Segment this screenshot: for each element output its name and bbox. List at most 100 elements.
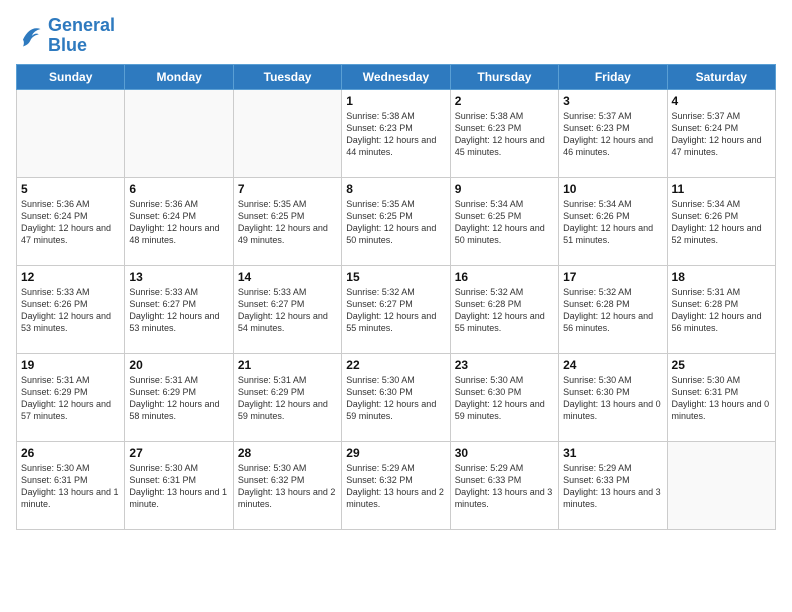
calendar-day-cell [233, 89, 341, 177]
calendar-day-cell [667, 441, 775, 529]
weekday-header-cell: Saturday [667, 64, 775, 89]
calendar-day-cell: 4 Sunrise: 5:37 AMSunset: 6:24 PMDaylight… [667, 89, 775, 177]
day-number: 1 [346, 94, 445, 108]
day-number: 20 [129, 358, 228, 372]
day-number: 7 [238, 182, 337, 196]
calendar-day-cell: 10 Sunrise: 5:34 AMSunset: 6:26 PMDayligh… [559, 177, 667, 265]
day-number: 28 [238, 446, 337, 460]
calendar-day-cell: 23 Sunrise: 5:30 AMSunset: 6:30 PMDayligh… [450, 353, 558, 441]
weekday-header-cell: Tuesday [233, 64, 341, 89]
calendar-day-cell [17, 89, 125, 177]
calendar-week-row: 12 Sunrise: 5:33 AMSunset: 6:26 PMDayligh… [17, 265, 776, 353]
day-number: 27 [129, 446, 228, 460]
weekday-header-cell: Sunday [17, 64, 125, 89]
cell-info: Sunrise: 5:32 AMSunset: 6:28 PMDaylight:… [563, 286, 662, 335]
calendar-day-cell: 26 Sunrise: 5:30 AMSunset: 6:31 PMDayligh… [17, 441, 125, 529]
calendar-day-cell: 1 Sunrise: 5:38 AMSunset: 6:23 PMDaylight… [342, 89, 450, 177]
calendar-day-cell: 28 Sunrise: 5:30 AMSunset: 6:32 PMDayligh… [233, 441, 341, 529]
cell-info: Sunrise: 5:34 AMSunset: 6:26 PMDaylight:… [672, 198, 771, 247]
day-number: 14 [238, 270, 337, 284]
cell-info: Sunrise: 5:37 AMSunset: 6:24 PMDaylight:… [672, 110, 771, 159]
cell-info: Sunrise: 5:32 AMSunset: 6:28 PMDaylight:… [455, 286, 554, 335]
logo-text-line1: General [48, 16, 115, 36]
calendar-week-row: 1 Sunrise: 5:38 AMSunset: 6:23 PMDaylight… [17, 89, 776, 177]
day-number: 5 [21, 182, 120, 196]
day-number: 3 [563, 94, 662, 108]
day-number: 15 [346, 270, 445, 284]
cell-info: Sunrise: 5:30 AMSunset: 6:31 PMDaylight:… [129, 462, 228, 511]
cell-info: Sunrise: 5:37 AMSunset: 6:23 PMDaylight:… [563, 110, 662, 159]
day-number: 23 [455, 358, 554, 372]
cell-info: Sunrise: 5:30 AMSunset: 6:31 PMDaylight:… [21, 462, 120, 511]
day-number: 19 [21, 358, 120, 372]
weekday-header-cell: Thursday [450, 64, 558, 89]
day-number: 18 [672, 270, 771, 284]
calendar-day-cell: 16 Sunrise: 5:32 AMSunset: 6:28 PMDayligh… [450, 265, 558, 353]
calendar-day-cell: 13 Sunrise: 5:33 AMSunset: 6:27 PMDayligh… [125, 265, 233, 353]
cell-info: Sunrise: 5:30 AMSunset: 6:30 PMDaylight:… [563, 374, 662, 423]
calendar-day-cell: 6Sunrise: 5:36 AMSunset: 6:24 PMDaylight… [125, 177, 233, 265]
cell-info: Sunrise: 5:30 AMSunset: 6:31 PMDaylight:… [672, 374, 771, 423]
cell-info: Sunrise: 5:33 AMSunset: 6:26 PMDaylight:… [21, 286, 120, 335]
cell-info: Sunrise: 5:31 AMSunset: 6:29 PMDaylight:… [129, 374, 228, 423]
day-number: 4 [672, 94, 771, 108]
calendar-day-cell: 12 Sunrise: 5:33 AMSunset: 6:26 PMDayligh… [17, 265, 125, 353]
calendar-day-cell: 29Sunrise: 5:29 AMSunset: 6:32 PMDayligh… [342, 441, 450, 529]
calendar-week-row: 19 Sunrise: 5:31 AMSunset: 6:29 PMDayligh… [17, 353, 776, 441]
calendar-day-cell: 11 Sunrise: 5:34 AMSunset: 6:26 PMDayligh… [667, 177, 775, 265]
calendar-day-cell: 5 Sunrise: 5:36 AMSunset: 6:24 PMDaylight… [17, 177, 125, 265]
day-number: 24 [563, 358, 662, 372]
cell-info: Sunrise: 5:38 AMSunset: 6:23 PMDaylight:… [455, 110, 554, 159]
calendar-day-cell: 30 Sunrise: 5:29 AMSunset: 6:33 PMDayligh… [450, 441, 558, 529]
day-number: 17 [563, 270, 662, 284]
calendar-day-cell: 20 Sunrise: 5:31 AMSunset: 6:29 PMDayligh… [125, 353, 233, 441]
logo-icon [16, 22, 44, 50]
cell-info: Sunrise: 5:35 AMSunset: 6:25 PMDaylight:… [346, 198, 445, 247]
day-number: 12 [21, 270, 120, 284]
calendar-day-cell: 17 Sunrise: 5:32 AMSunset: 6:28 PMDayligh… [559, 265, 667, 353]
calendar-day-cell: 15Sunrise: 5:32 AMSunset: 6:27 PMDayligh… [342, 265, 450, 353]
calendar-week-row: 26 Sunrise: 5:30 AMSunset: 6:31 PMDayligh… [17, 441, 776, 529]
day-number: 26 [21, 446, 120, 460]
day-number: 25 [672, 358, 771, 372]
cell-info: Sunrise: 5:34 AMSunset: 6:25 PMDaylight:… [455, 198, 554, 247]
day-number: 21 [238, 358, 337, 372]
day-number: 29 [346, 446, 445, 460]
calendar-day-cell: 25 Sunrise: 5:30 AMSunset: 6:31 PMDayligh… [667, 353, 775, 441]
day-number: 9 [455, 182, 554, 196]
cell-info: Sunrise: 5:29 AMSunset: 6:33 PMDaylight:… [455, 462, 554, 511]
calendar-day-cell: 31 Sunrise: 5:29 AMSunset: 6:33 PMDayligh… [559, 441, 667, 529]
cell-info: Sunrise: 5:30 AMSunset: 6:32 PMDaylight:… [238, 462, 337, 511]
weekday-header-cell: Wednesday [342, 64, 450, 89]
calendar-day-cell: 9 Sunrise: 5:34 AMSunset: 6:25 PMDaylight… [450, 177, 558, 265]
calendar-day-cell: 7Sunrise: 5:35 AMSunset: 6:25 PMDaylight… [233, 177, 341, 265]
cell-info: Sunrise: 5:34 AMSunset: 6:26 PMDaylight:… [563, 198, 662, 247]
cell-info: Sunrise: 5:31 AMSunset: 6:29 PMDaylight:… [238, 374, 337, 423]
day-number: 16 [455, 270, 554, 284]
day-number: 13 [129, 270, 228, 284]
cell-info: Sunrise: 5:33 AMSunset: 6:27 PMDaylight:… [129, 286, 228, 335]
day-number: 11 [672, 182, 771, 196]
calendar-day-cell: 2Sunrise: 5:38 AMSunset: 6:23 PMDaylight… [450, 89, 558, 177]
calendar-day-cell [125, 89, 233, 177]
day-number: 22 [346, 358, 445, 372]
cell-info: Sunrise: 5:36 AMSunset: 6:24 PMDaylight:… [21, 198, 120, 247]
calendar-day-cell: 3 Sunrise: 5:37 AMSunset: 6:23 PMDaylight… [559, 89, 667, 177]
cell-info: Sunrise: 5:29 AMSunset: 6:33 PMDaylight:… [563, 462, 662, 511]
cell-info: Sunrise: 5:36 AMSunset: 6:24 PMDaylight:… [129, 198, 228, 247]
calendar-day-cell: 8Sunrise: 5:35 AMSunset: 6:25 PMDaylight… [342, 177, 450, 265]
calendar-week-row: 5 Sunrise: 5:36 AMSunset: 6:24 PMDaylight… [17, 177, 776, 265]
calendar-day-cell: 27 Sunrise: 5:30 AMSunset: 6:31 PMDayligh… [125, 441, 233, 529]
cell-info: Sunrise: 5:30 AMSunset: 6:30 PMDaylight:… [346, 374, 445, 423]
day-number: 30 [455, 446, 554, 460]
calendar-day-cell: 24 Sunrise: 5:30 AMSunset: 6:30 PMDayligh… [559, 353, 667, 441]
cell-info: Sunrise: 5:30 AMSunset: 6:30 PMDaylight:… [455, 374, 554, 423]
day-number: 10 [563, 182, 662, 196]
calendar-day-cell: 22 Sunrise: 5:30 AMSunset: 6:30 PMDayligh… [342, 353, 450, 441]
day-number: 31 [563, 446, 662, 460]
calendar-table: SundayMondayTuesdayWednesdayThursdayFrid… [16, 64, 776, 530]
cell-info: Sunrise: 5:38 AMSunset: 6:23 PMDaylight:… [346, 110, 445, 159]
logo-text-line2: Blue [48, 36, 115, 56]
page-header: General Blue [16, 16, 776, 56]
logo: General Blue [16, 16, 115, 56]
